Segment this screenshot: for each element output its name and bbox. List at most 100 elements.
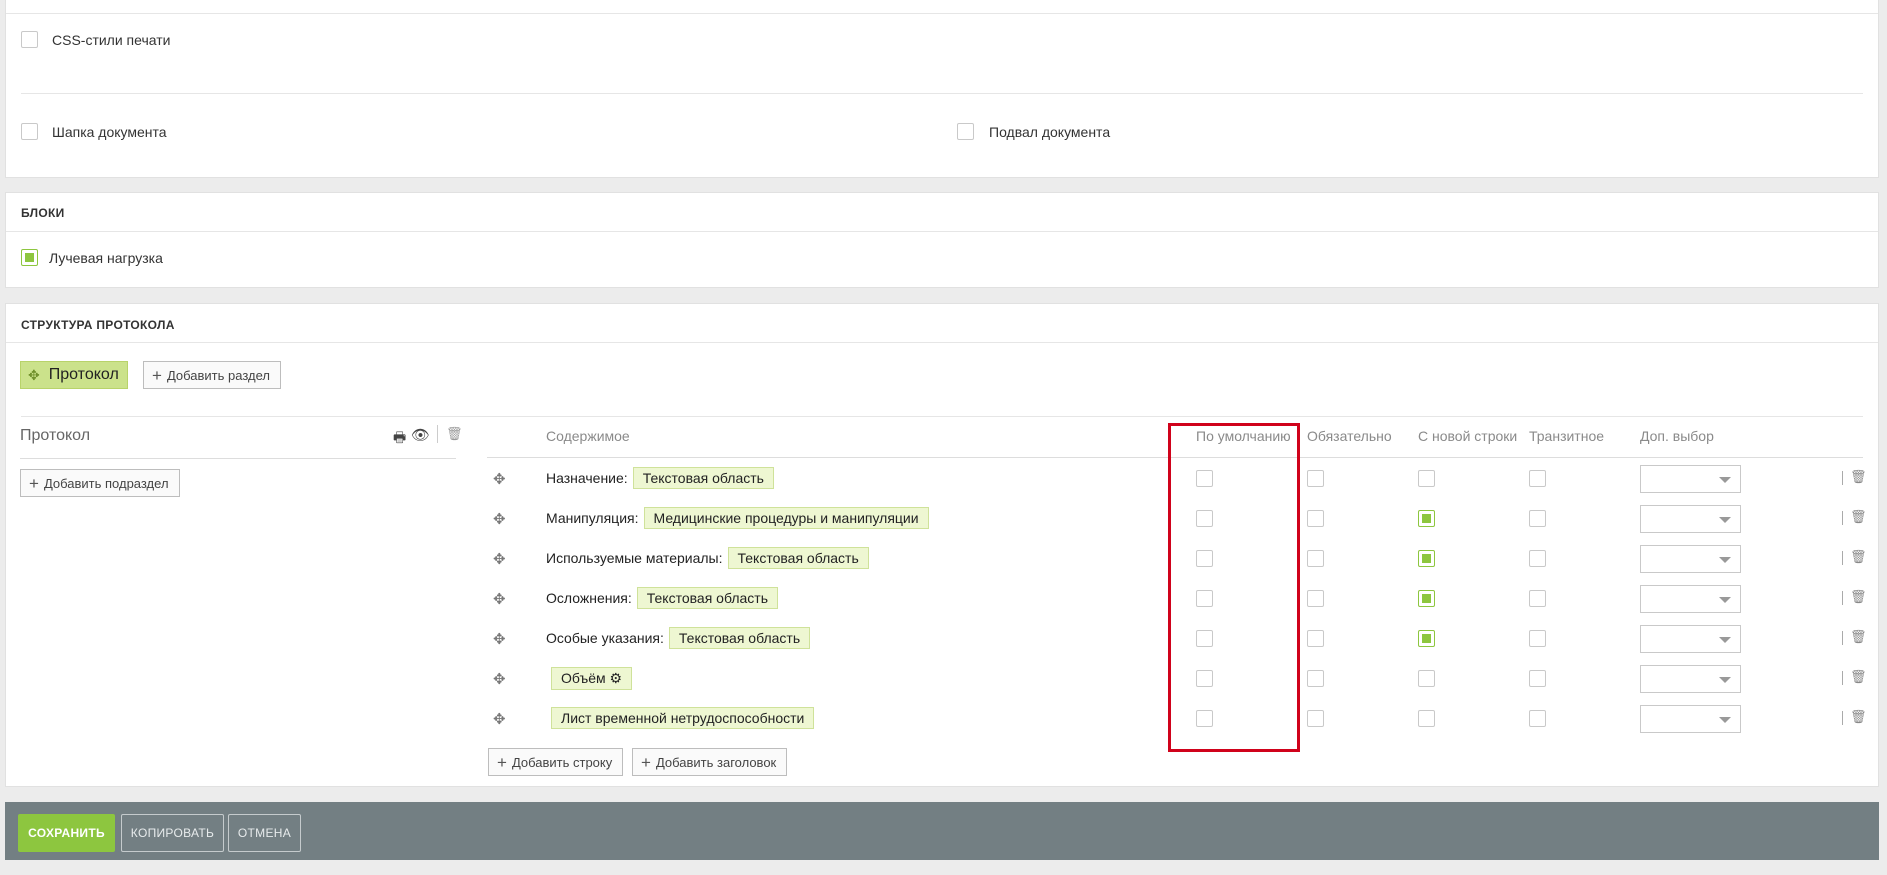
print-settings-panel: CSS-стили печати Шапка документа Подвал … — [5, 0, 1879, 178]
add-section-button[interactable]: + Добавить раздел — [143, 361, 281, 389]
trash-icon[interactable]: 🗑 — [1850, 669, 1867, 685]
row-field-tag[interactable]: Текстовая область — [636, 587, 778, 609]
separator — [1842, 711, 1843, 725]
highlight-box — [1168, 423, 1300, 752]
transit-checkbox[interactable] — [1529, 630, 1546, 647]
required-checkbox[interactable] — [1307, 710, 1324, 727]
trash-icon[interactable]: 🗑 — [446, 426, 463, 442]
extra-choice-select[interactable] — [1640, 505, 1741, 533]
document-header-checkbox[interactable] — [21, 123, 38, 140]
drag-handle-icon[interactable]: ✥ — [493, 550, 506, 568]
new-line-checkbox[interactable] — [1418, 590, 1435, 607]
add-header-label: Добавить заголовок — [655, 754, 777, 770]
copy-button[interactable]: КОПИРОВАТЬ — [121, 814, 224, 852]
extra-choice-select[interactable] — [1640, 585, 1741, 613]
trash-icon[interactable]: 🗑 — [1850, 549, 1867, 565]
drag-handle-icon[interactable]: ✥ — [493, 630, 506, 648]
section-name: Протокол — [20, 427, 91, 444]
drag-handle-icon[interactable]: ✥ — [493, 710, 506, 728]
extra-choice-select[interactable] — [1640, 665, 1741, 693]
add-header-button[interactable]: + Добавить заголовок — [632, 748, 788, 776]
row-content: Назначение: Текстовая область — [546, 467, 774, 489]
drag-handle-icon[interactable]: ✥ — [493, 510, 506, 528]
new-line-checkbox[interactable] — [1418, 550, 1435, 567]
css-print-checkbox[interactable] — [21, 31, 38, 48]
transit-checkbox[interactable] — [1529, 510, 1546, 527]
plus-icon: + — [497, 752, 507, 772]
document-footer-checkbox[interactable] — [957, 123, 974, 140]
divider — [21, 416, 1863, 417]
new-line-checkbox[interactable] — [1418, 710, 1435, 727]
new-line-checkbox[interactable] — [1418, 630, 1435, 647]
cancel-button[interactable]: ОТМЕНА — [228, 814, 301, 852]
transit-checkbox[interactable] — [1529, 550, 1546, 567]
save-label: СОХРАНИТЬ — [28, 826, 105, 840]
drag-handle-icon[interactable]: ✥ — [493, 470, 506, 488]
blocks-title: БЛОКИ — [21, 206, 65, 220]
separator — [437, 425, 438, 443]
table-row: ✥ Особые указания: Текстовая область 🗑 — [0, 625, 1887, 656]
trash-icon[interactable]: 🗑 — [1850, 509, 1867, 525]
required-checkbox[interactable] — [1307, 590, 1324, 607]
table-row: ✥ Лист временной нетрудоспособности 🗑 — [0, 705, 1887, 736]
row-field-tag[interactable]: Текстовая область — [727, 547, 869, 569]
col-extra-choice: Доп. выбор — [1640, 428, 1714, 444]
eye-icon[interactable]: 👁 — [411, 426, 430, 444]
row-field-tag[interactable]: Текстовая область — [632, 467, 774, 489]
transit-checkbox[interactable] — [1529, 590, 1546, 607]
trash-icon[interactable]: 🗑 — [1850, 629, 1867, 645]
blocks-panel: БЛОКИ Лучевая нагрузка — [5, 192, 1879, 288]
transit-checkbox[interactable] — [1529, 470, 1546, 487]
col-content: Содержимое — [546, 428, 630, 444]
save-button[interactable]: СОХРАНИТЬ — [18, 814, 115, 852]
drag-handle-icon[interactable]: ✥ — [493, 670, 506, 688]
row-label: Манипуляция: — [546, 510, 639, 526]
required-checkbox[interactable] — [1307, 670, 1324, 687]
css-print-label: CSS-стили печати — [52, 32, 171, 48]
add-row-button[interactable]: + Добавить строку — [488, 748, 624, 776]
trash-icon[interactable]: 🗑 — [1850, 709, 1867, 725]
col-required: Обязательно — [1307, 428, 1392, 444]
row-content: Объём ⚙ — [551, 667, 633, 690]
trash-icon[interactable]: 🗑 — [1850, 469, 1867, 485]
table-row: ✥ Манипуляция: Медицинские процедуры и ман… — [0, 505, 1887, 536]
table-row: ✥ Назначение: Текстовая область 🗑 — [0, 465, 1887, 496]
extra-choice-select[interactable] — [1640, 705, 1741, 733]
plus-icon: + — [152, 365, 162, 385]
print-icon[interactable]: 🖶 — [393, 427, 406, 451]
protocol-tab-label: Протокол — [48, 366, 119, 383]
required-checkbox[interactable] — [1307, 510, 1324, 527]
new-line-checkbox[interactable] — [1418, 670, 1435, 687]
required-checkbox[interactable] — [1307, 550, 1324, 567]
row-content: Особые указания: Текстовая область — [546, 627, 811, 649]
separator — [1842, 511, 1843, 525]
transit-checkbox[interactable] — [1529, 670, 1546, 687]
required-checkbox[interactable] — [1307, 630, 1324, 647]
document-header-label: Шапка документа — [52, 124, 167, 140]
plus-icon: + — [641, 752, 651, 772]
move-icon: ✥ — [28, 366, 40, 383]
required-checkbox[interactable] — [1307, 470, 1324, 487]
table-row: ✥ Используемые материалы: Текстовая област… — [0, 545, 1887, 576]
trash-icon[interactable]: 🗑 — [1850, 589, 1867, 605]
transit-checkbox[interactable] — [1529, 710, 1546, 727]
protocol-tab[interactable]: ✥ Протокол — [20, 361, 128, 389]
row-field-tag[interactable]: Медицинские процедуры и манипуляции — [643, 507, 929, 529]
row-field-tag[interactable]: Объём ⚙ — [551, 667, 633, 690]
drag-handle-icon[interactable]: ✥ — [493, 590, 506, 608]
row-content: Используемые материалы: Текстовая область — [546, 547, 869, 569]
radiation-load-checkbox[interactable] — [21, 249, 38, 266]
col-transit: Транзитное — [1529, 428, 1605, 444]
radiation-load-label: Лучевая нагрузка — [49, 250, 163, 266]
new-line-checkbox[interactable] — [1418, 510, 1435, 527]
document-footer-label: Подвал документа — [989, 124, 1111, 140]
separator — [1842, 671, 1843, 685]
structure-title: СТРУКТУРА ПРОТОКОЛА — [21, 318, 175, 332]
new-line-checkbox[interactable] — [1418, 470, 1435, 487]
separator — [1842, 471, 1843, 485]
extra-choice-select[interactable] — [1640, 625, 1741, 653]
extra-choice-select[interactable] — [1640, 465, 1741, 493]
extra-choice-select[interactable] — [1640, 545, 1741, 573]
row-field-tag[interactable]: Текстовая область — [668, 627, 811, 649]
row-field-tag[interactable]: Лист временной нетрудоспособности — [551, 707, 815, 729]
